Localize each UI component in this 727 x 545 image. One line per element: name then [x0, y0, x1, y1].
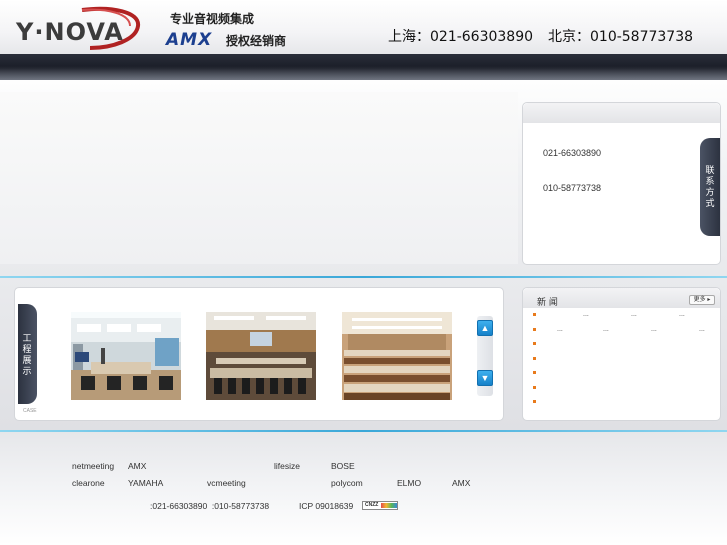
- auditorium-image: [342, 312, 452, 400]
- bullet-icon: [533, 313, 536, 316]
- footer-link-lifesize[interactable]: lifesize: [274, 461, 300, 471]
- bullet-icon: [533, 385, 536, 389]
- contact-panel: 021-66303890 010-58773738 联系方式: [522, 102, 721, 265]
- footer-link-amx-2[interactable]: AMX: [452, 478, 470, 488]
- news-item[interactable]: [531, 354, 717, 369]
- case-scroll-rail: ▲ ▼: [477, 316, 493, 396]
- case-tab[interactable]: 工程展示: [18, 304, 37, 404]
- news-item-ellipsis: ...: [651, 325, 657, 333]
- header-phone-shanghai: 上海：021-66303890: [388, 29, 534, 45]
- news-item[interactable]: [531, 397, 717, 412]
- footer-phones: :021-66303890 :010-58773738: [150, 501, 270, 511]
- case-photo[interactable]: [71, 312, 181, 400]
- contact-phone-beijing: 010-58773738: [543, 183, 602, 193]
- news-item[interactable]: ... ... ...: [531, 310, 717, 325]
- case-photo[interactable]: [206, 312, 316, 400]
- footer-link-clearone[interactable]: clearone: [72, 478, 105, 488]
- case-showcase-panel: 工程展示 CASE ▲ ▼: [14, 287, 504, 421]
- bullet-icon: [533, 400, 536, 403]
- footer-icp[interactable]: ICP 09018639: [299, 501, 353, 511]
- news-item[interactable]: [531, 383, 717, 398]
- footer-link-netmeeting[interactable]: netmeeting: [72, 461, 114, 471]
- news-item-ellipsis: ...: [557, 325, 563, 333]
- footer-link-elmo[interactable]: ELMO: [397, 478, 421, 488]
- news-panel-header: 新 闻 更多 ▸: [523, 288, 720, 308]
- footer-link-polycom[interactable]: polycom: [331, 478, 363, 488]
- news-item-ellipsis: ...: [699, 325, 705, 333]
- more-button[interactable]: 更多 ▸: [689, 295, 715, 305]
- contact-tab[interactable]: 联系方式: [700, 138, 720, 236]
- boardroom-image: [206, 312, 316, 400]
- arrow-up-icon[interactable]: ▲: [477, 320, 493, 336]
- case-photo[interactable]: [342, 312, 452, 400]
- footer-link-yamaha[interactable]: YAMAHA: [128, 478, 163, 488]
- case-tab-label: 工程展示: [22, 334, 32, 377]
- contact-tab-label: 联系方式: [705, 166, 715, 209]
- amx-logo: AMX: [166, 30, 213, 50]
- news-item[interactable]: ... ... ... ...: [531, 325, 717, 340]
- bullet-icon: [533, 356, 536, 360]
- news-title: 新 闻: [537, 298, 558, 308]
- site-footer: [0, 432, 727, 545]
- arrow-down-icon[interactable]: ▼: [477, 370, 493, 386]
- bullet-icon: [533, 371, 536, 374]
- cnzz-badge[interactable]: CNZZ: [362, 501, 398, 510]
- footer-link-vcmeeting[interactable]: vcmeeting: [207, 478, 246, 488]
- cnzz-label: CNZZ: [365, 502, 379, 508]
- tagline: 专业音视频集成: [170, 12, 255, 26]
- bullet-icon: [533, 327, 536, 331]
- logo-text: Y·NOVA: [16, 18, 124, 46]
- news-item-ellipsis: ...: [583, 311, 589, 318]
- cnzz-stripe: [381, 503, 397, 508]
- contact-phone-shanghai: 021-66303890: [543, 148, 602, 158]
- contact-panel-header: [523, 103, 720, 123]
- header-phone-beijing: 北京：010-58773738: [548, 29, 694, 45]
- dealer-label: 授权经销商: [226, 34, 287, 48]
- bullet-icon: [533, 342, 536, 345]
- nav-bar-shine: [0, 66, 727, 80]
- news-item-ellipsis: ...: [631, 311, 637, 318]
- news-list: ... ... ... ... ... ... ...: [531, 310, 717, 412]
- footer-link-bose[interactable]: BOSE: [331, 461, 355, 471]
- meeting-room-image: [71, 312, 181, 400]
- news-item-ellipsis: ...: [679, 311, 685, 318]
- case-small-label: CASE: [23, 408, 37, 414]
- news-item[interactable]: [531, 339, 717, 354]
- news-panel: 新 闻 更多 ▸ ... ... ... ... ... ... ...: [522, 287, 721, 421]
- banner-area: [0, 92, 518, 264]
- ynova-logo[interactable]: Y·NOVA: [12, 4, 142, 50]
- news-item[interactable]: [531, 368, 717, 383]
- site-header: Y·NOVA 专业音视频集成 AMX 授权经销商 上海：021-66303890…: [0, 0, 727, 54]
- footer-link-amx[interactable]: AMX: [128, 461, 146, 471]
- news-item-ellipsis: ...: [603, 325, 609, 333]
